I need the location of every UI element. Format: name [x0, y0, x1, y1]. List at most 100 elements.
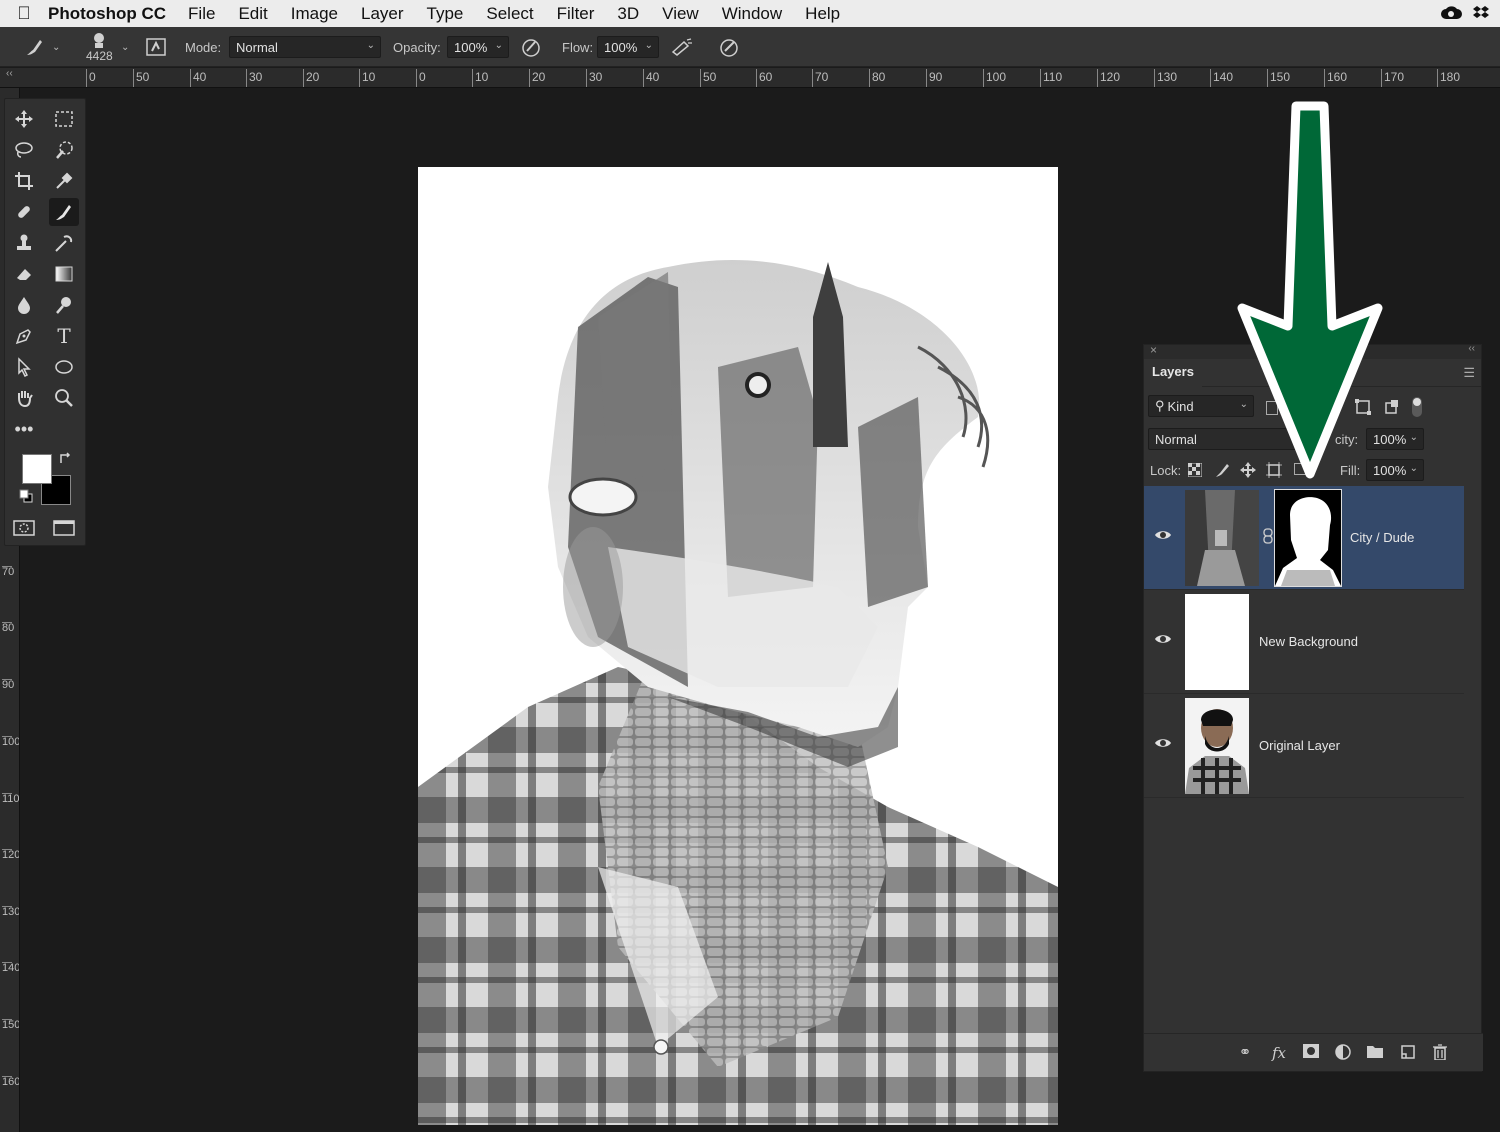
dodge-tool-icon[interactable] [49, 291, 79, 319]
app-name-menu[interactable]: Photoshop CC [48, 4, 166, 24]
swap-colors-icon[interactable] [59, 451, 73, 470]
menu-image[interactable]: Image [291, 4, 338, 24]
visibility-eye-icon[interactable] [1154, 528, 1172, 542]
collapse-panel-icon[interactable]: ‹‹ [1468, 343, 1475, 354]
ruler-tick: 100 [983, 69, 1006, 87]
ruler-tick: 80 [2, 622, 15, 634]
pressure-opacity-icon[interactable] [520, 27, 542, 67]
panel-menu-icon[interactable]: ☰ [1463, 365, 1475, 381]
move-tool-icon[interactable] [9, 105, 39, 133]
mask-link-icon[interactable] [1263, 528, 1273, 549]
quick-mask-icon[interactable] [9, 514, 39, 542]
brush-tool-icon[interactable] [49, 198, 79, 226]
menu-window[interactable]: Window [722, 4, 782, 24]
brush-picker-chevron-icon[interactable]: ⌄ [121, 42, 129, 53]
ruler-tick: 40 [643, 69, 659, 87]
pen-tool-icon[interactable] [9, 322, 39, 350]
ruler-tick: 110 [1040, 69, 1062, 87]
menu-3d[interactable]: 3D [617, 4, 639, 24]
new-layer-icon[interactable] [1399, 1044, 1417, 1062]
blur-tool-icon[interactable] [9, 291, 39, 319]
layer-name: Original Layer [1259, 738, 1340, 753]
ruler-tick: 10 [472, 69, 488, 87]
menu-filter[interactable]: Filter [557, 4, 595, 24]
link-layers-icon[interactable]: ⚭ [1236, 1044, 1254, 1062]
brush-size-picker[interactable]: 4428 [86, 27, 113, 67]
lock-label: Lock: [1150, 463, 1182, 478]
close-panel-icon[interactable]: × [1150, 343, 1157, 357]
type-tool-icon[interactable]: T [49, 322, 79, 350]
ruler-horizontal[interactable]: ‹‹ 0 50 40 30 20 10 0 10 20 30 40 50 60 … [0, 68, 1500, 88]
document-canvas[interactable] [418, 167, 1058, 1125]
green-arrow-annotation [1237, 101, 1383, 479]
tab-layers[interactable]: Layers [1144, 359, 1202, 387]
screen-mode-icon[interactable] [49, 514, 79, 542]
new-group-folder-icon[interactable] [1366, 1044, 1384, 1062]
quick-selection-tool-icon[interactable] [49, 136, 79, 164]
menu-type[interactable]: Type [427, 4, 464, 24]
layer-row-new-background[interactable]: New Background [1144, 590, 1464, 694]
menu-file[interactable]: File [188, 4, 215, 24]
layer-thumbnail-city[interactable] [1185, 490, 1259, 586]
ruler-tick: 10 [359, 69, 375, 87]
menu-layer[interactable]: Layer [361, 4, 404, 24]
history-brush-tool-icon[interactable] [49, 229, 79, 257]
creative-cloud-icon[interactable] [1440, 4, 1462, 22]
menu-help[interactable]: Help [805, 4, 840, 24]
lock-transparent-icon[interactable] [1187, 462, 1203, 482]
eyedropper-tool-icon[interactable] [49, 167, 79, 195]
path-selection-tool-icon[interactable] [9, 353, 39, 381]
menu-edit[interactable]: Edit [238, 4, 267, 24]
opacity-value: 100% [454, 39, 488, 55]
ruler-tick: 40 [190, 69, 206, 87]
zoom-tool-icon[interactable] [49, 384, 79, 412]
adjustment-layer-icon[interactable] [1334, 1044, 1352, 1062]
apple-menu-icon[interactable]:  [0, 3, 48, 24]
ruler-tick: 70 [2, 566, 15, 578]
dropbox-icon[interactable] [1472, 4, 1492, 22]
airbrush-icon[interactable] [670, 27, 694, 67]
layer-thumbnail-white[interactable] [1185, 594, 1249, 690]
delete-layer-trash-icon[interactable] [1431, 1044, 1449, 1062]
chevron-down-icon: ⌄ [1409, 432, 1418, 443]
default-colors-icon[interactable] [19, 489, 33, 508]
layer-thumbnail-portrait[interactable] [1185, 698, 1249, 794]
menu-select[interactable]: Select [486, 4, 533, 24]
ruler-tick: 20 [303, 69, 319, 87]
brush-tool-preset-icon[interactable]: ⌄ [24, 27, 60, 67]
add-mask-icon[interactable] [1302, 1044, 1320, 1062]
opacity-field[interactable]: 100% ⌄ [447, 36, 509, 58]
layer-row-original-layer[interactable]: Original Layer [1144, 694, 1464, 798]
visibility-eye-icon[interactable] [1154, 736, 1172, 750]
ruler-tick: 170 [1381, 69, 1404, 87]
collapse-icon[interactable]: ‹‹ [6, 68, 13, 79]
blend-mode-value: Normal [1155, 431, 1197, 447]
healing-brush-tool-icon[interactable] [9, 198, 39, 226]
hand-tool-icon[interactable] [9, 384, 39, 412]
visibility-eye-icon[interactable] [1154, 632, 1172, 646]
lasso-tool-icon[interactable] [9, 136, 39, 164]
eraser-tool-icon[interactable] [9, 260, 39, 288]
filter-toggle[interactable] [1412, 397, 1422, 417]
layer-style-fx-icon[interactable]: fx [1270, 1044, 1288, 1062]
menu-view[interactable]: View [662, 4, 699, 24]
layer-name: New Background [1259, 634, 1358, 649]
marquee-tool-icon[interactable] [49, 105, 79, 133]
pressure-size-icon[interactable] [718, 27, 740, 67]
brush-panel-toggle-icon[interactable] [146, 27, 166, 67]
more-tools-icon[interactable]: ••• [9, 415, 39, 443]
ruler-tick: 0 [86, 69, 96, 87]
gradient-tool-icon[interactable] [49, 260, 79, 288]
ellipse-tool-icon[interactable] [49, 353, 79, 381]
mode-dropdown[interactable]: Normal ⌄ [229, 36, 381, 58]
ruler-tick: 80 [869, 69, 885, 87]
layer-row-city-dude[interactable]: City / Dude [1144, 486, 1464, 590]
clone-stamp-tool-icon[interactable] [9, 229, 39, 257]
ruler-tick: 50 [133, 69, 149, 87]
crop-tool-icon[interactable] [9, 167, 39, 195]
flow-field[interactable]: 100% ⌄ [597, 36, 659, 58]
ruler-tick: 110 [2, 793, 20, 805]
layer-mask-thumbnail[interactable] [1274, 489, 1342, 587]
lock-pixels-icon[interactable] [1214, 462, 1230, 483]
foreground-color-swatch[interactable] [22, 454, 52, 484]
